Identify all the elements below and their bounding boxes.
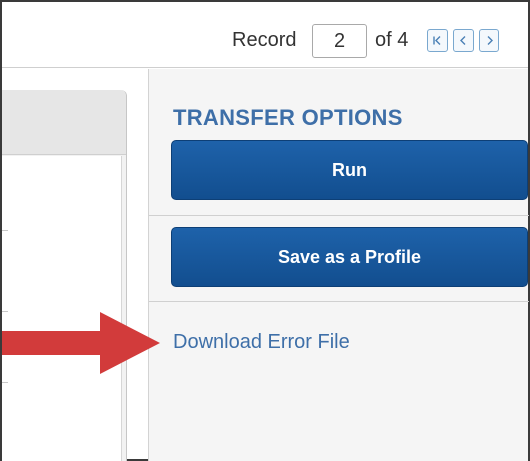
record-number-input[interactable]	[312, 24, 367, 58]
record-label: Record	[232, 29, 297, 51]
record-total-label: of 4	[375, 29, 409, 51]
divider	[149, 215, 529, 216]
transfer-options-title: TRANSFER OPTIONS	[173, 105, 403, 130]
left-content-panel	[2, 90, 127, 461]
window-frame: Record of 4 TRANSFER OPTIONS	[0, 0, 530, 461]
save-as-profile-button[interactable]: Save as a Profile	[171, 227, 528, 287]
first-record-button[interactable]	[427, 29, 448, 52]
download-error-file-link[interactable]: Download Error File	[173, 331, 350, 354]
run-button[interactable]: Run	[171, 140, 528, 200]
previous-record-button[interactable]	[453, 29, 474, 52]
record-navigation-bar: Record of 4	[2, 2, 528, 68]
left-panel-header	[2, 90, 126, 155]
chevron-right-icon	[487, 36, 493, 45]
row-separator	[2, 382, 8, 383]
divider	[149, 301, 529, 302]
left-panel-body	[2, 156, 122, 461]
red-arrow-icon	[2, 312, 160, 374]
row-separator	[2, 230, 8, 231]
next-record-button[interactable]	[479, 29, 499, 52]
transfer-options-panel: TRANSFER OPTIONS Run Save as a Profile D…	[148, 69, 529, 461]
chevron-left-icon	[460, 36, 466, 45]
first-page-icon	[433, 36, 441, 45]
